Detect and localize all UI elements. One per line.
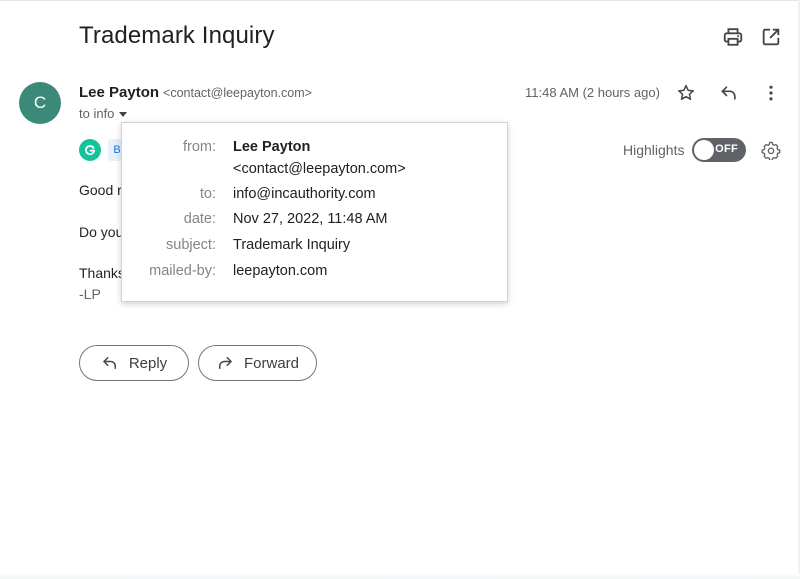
popup-from-email-row: <contact@leepayton.com> <box>122 161 509 181</box>
popup-subject-row: subject: Trademark Inquiry <box>122 237 509 257</box>
open-in-new-window-icon[interactable] <box>760 26 782 48</box>
toggle-state-label: OFF <box>715 143 738 155</box>
popup-from-label: from: <box>182 139 216 155</box>
body-greeting: Good r <box>79 182 122 198</box>
print-icon[interactable] <box>722 26 744 48</box>
popup-date-row: date: Nov 27, 2022, 11:48 AM <box>122 211 509 231</box>
grammarly-icon[interactable] <box>79 139 101 161</box>
sender-email: <contact@leepayton.com> <box>163 86 312 100</box>
body-question: Do you <box>79 224 124 240</box>
forward-arrow-icon <box>216 354 234 372</box>
sender-name[interactable]: Lee Payton <box>79 84 159 101</box>
popup-to-row: to: info@incauthority.com <box>122 186 509 206</box>
email-subject: Trademark Inquiry <box>79 22 275 49</box>
popup-mailed-by-row: mailed-by: leepayton.com <box>122 263 509 283</box>
email-timestamp: 11:48 AM (2 hours ago) <box>525 85 660 100</box>
forward-button[interactable]: Forward <box>198 345 317 381</box>
window-bottom-shadow <box>0 573 800 579</box>
message-details-popup: from: Lee Payton <contact@leepayton.com>… <box>121 122 508 302</box>
sender-line: Lee Payton <contact@leepayton.com> <box>79 84 312 102</box>
reply-button-label: Reply <box>128 354 168 372</box>
popup-mailed-by-value: leepayton.com <box>233 263 328 279</box>
recipient-details-toggle[interactable]: to info <box>79 106 128 121</box>
star-icon[interactable] <box>676 83 696 103</box>
popup-from-name: Lee Payton <box>233 139 311 155</box>
popup-from-email: <contact@leepayton.com> <box>233 161 406 177</box>
body-signature: -LP <box>79 286 101 302</box>
highlights-label: Highlights <box>623 142 685 158</box>
body-thanks: Thanks <box>79 265 125 281</box>
sender-avatar[interactable]: C <box>19 82 61 124</box>
reply-button[interactable]: Reply <box>79 345 189 381</box>
window-top-border <box>0 0 800 1</box>
popup-date-label: date: <box>183 211 216 227</box>
popup-date-value: Nov 27, 2022, 11:48 AM <box>233 211 388 227</box>
forward-button-label: Forward <box>243 354 299 372</box>
recipient-summary: to info <box>79 106 115 121</box>
popup-subject-label: subject: <box>166 237 216 253</box>
gear-icon[interactable] <box>761 140 781 160</box>
popup-to-label: to: <box>199 186 216 202</box>
reply-arrow-icon[interactable] <box>719 83 739 103</box>
highlights-toggle[interactable]: OFF <box>692 138 746 162</box>
popup-to-value: info@incauthority.com <box>233 186 376 202</box>
popup-from-row: from: Lee Payton <box>122 139 509 159</box>
toggle-knob <box>694 140 714 160</box>
popup-mailed-by-label: mailed-by: <box>149 263 216 279</box>
popup-subject-value: Trademark Inquiry <box>233 237 351 253</box>
chevron-down-icon[interactable] <box>119 112 128 117</box>
more-vertical-icon[interactable] <box>761 83 781 103</box>
reply-arrow-icon <box>101 354 119 372</box>
